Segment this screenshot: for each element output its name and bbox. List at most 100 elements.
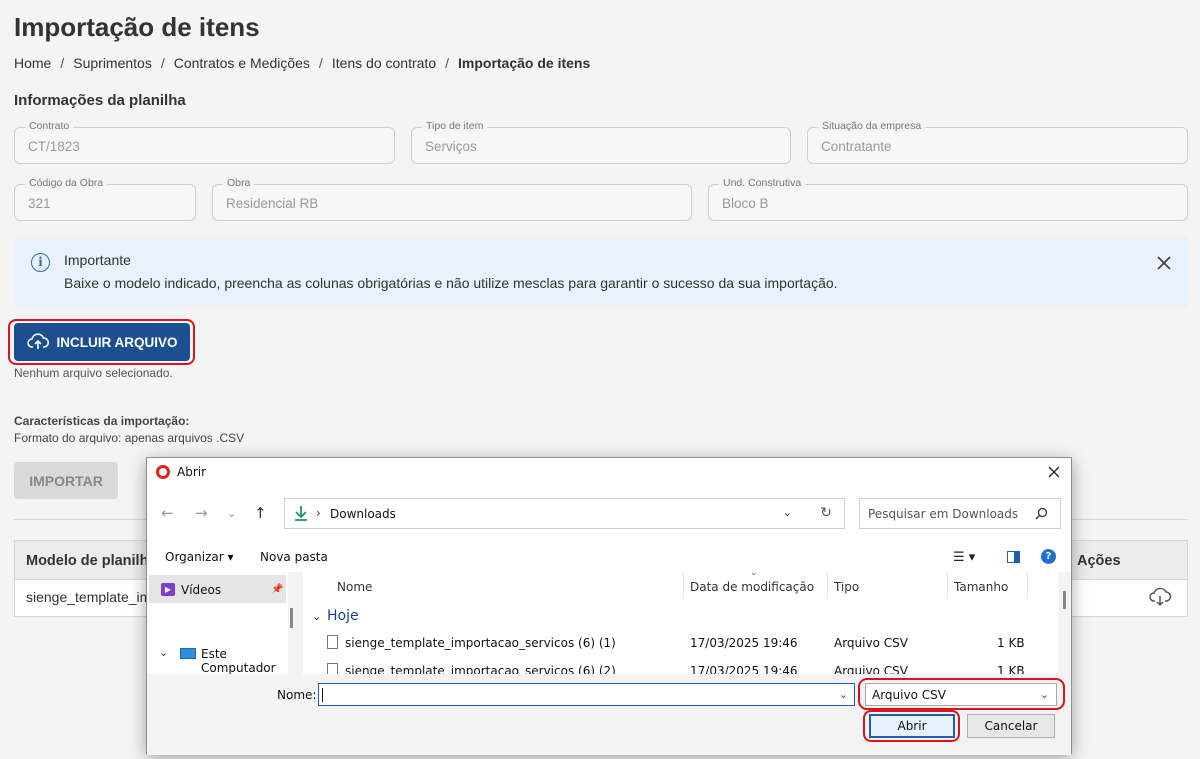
view-options-icon[interactable]: ☰ ▾ — [953, 550, 975, 565]
chevron-down-icon[interactable]: ⌄ — [312, 610, 321, 623]
breadcrumb-separator: / — [160, 55, 165, 71]
obra-field[interactable]: Obra Residencial RB — [212, 177, 692, 221]
column-header-name[interactable]: Nome — [337, 580, 372, 594]
dialog-title: Abrir — [177, 465, 207, 479]
organize-label: Organizar — [165, 550, 224, 564]
field-value: CT/1823 — [28, 139, 80, 154]
field-value: 321 — [28, 196, 51, 211]
file-name: sienge_template_importacao_servicos (6) … — [345, 636, 616, 650]
field-value: Serviços — [425, 139, 477, 154]
dialog-navigation: ← → ⌄ ↑ › Downloads ⌄ ↻ Pesquisar em Dow… — [147, 486, 1071, 542]
upload-status: Nenhum arquivo selecionado. — [14, 366, 173, 380]
chevron-down-icon[interactable]: ⌄ — [159, 646, 168, 659]
breadcrumb-separator: / — [445, 55, 449, 71]
organize-button[interactable]: Organizar ▾ — [165, 550, 234, 564]
table-row-model: sienge_template_im — [26, 589, 152, 605]
breadcrumb: Home / Suprimentos / Contratos e Mediçõe… — [14, 55, 590, 71]
chevron-right-icon: › — [316, 506, 321, 520]
dialog-titlebar: Abrir — [147, 458, 1071, 486]
sidebar-item-computer[interactable]: Este Computador — [180, 647, 288, 675]
column-divider — [1027, 572, 1028, 598]
refresh-icon[interactable]: ↻ — [820, 505, 832, 521]
sidebar-label: Este Computador — [201, 647, 276, 675]
file-date: 17/03/2025 19:46 — [690, 636, 798, 650]
field-label: Código da Obra — [25, 177, 108, 189]
cancel-button[interactable]: Cancelar — [967, 714, 1055, 738]
group-header-today: Hoje — [327, 608, 359, 624]
cloud-download-icon[interactable] — [1148, 587, 1172, 607]
breadcrumb-home[interactable]: Home — [14, 55, 51, 71]
breadcrumb-current: Importação de itens — [458, 55, 591, 71]
monitor-icon — [180, 648, 196, 659]
breadcrumb-itens[interactable]: Itens do contrato — [332, 55, 436, 71]
column-header-size[interactable]: Tamanho — [954, 580, 1008, 594]
situacao-field[interactable]: Situação da empresa Contratante — [807, 120, 1188, 164]
file-type: Arquivo CSV — [834, 664, 908, 674]
alert-text: Baixe o modelo indicado, preencha as col… — [64, 275, 838, 291]
importar-button[interactable]: IMPORTAR — [14, 462, 118, 499]
address-bar[interactable]: › Downloads ⌄ ↻ — [284, 498, 845, 529]
sidebar-item-videos[interactable]: ▶ Vídeos — [161, 583, 221, 597]
text-caret — [322, 688, 323, 702]
sidebar-scrollbar[interactable] — [290, 608, 293, 628]
file-open-dialog: Abrir ← → ⌄ ↑ › Downloads ⌄ ↻ Pesquisar … — [146, 457, 1072, 755]
field-label: Contrato — [25, 120, 74, 132]
und-construtiva-field[interactable]: Und. Construtiva Bloco B — [708, 177, 1188, 221]
file-date: 17/03/2025 19:46 — [690, 664, 798, 674]
field-label: Situação da empresa — [818, 120, 926, 132]
cloud-upload-icon — [26, 333, 49, 349]
column-header-model: Modelo de planilha — [26, 553, 157, 569]
search-input[interactable]: Pesquisar em Downloads — [859, 498, 1061, 529]
sort-chevron-icon: ⌄ — [750, 572, 758, 578]
close-icon[interactable] — [1154, 253, 1174, 273]
field-value: Residencial RB — [226, 196, 319, 211]
characteristics-title: Características da importação: — [14, 414, 190, 428]
help-icon[interactable]: ? — [1041, 549, 1056, 564]
chevron-down-icon: ⌄ — [1039, 688, 1049, 701]
dialog-toolbar: Organizar ▾ Nova pasta ☰ ▾ ? — [147, 542, 1071, 572]
codigo-obra-field[interactable]: Código da Obra 321 — [14, 177, 196, 221]
address-text: Downloads — [330, 507, 396, 521]
file-name: sienge_template_importacao_servicos (6) … — [345, 664, 616, 674]
open-button[interactable]: Abrir — [869, 714, 955, 738]
column-header-type[interactable]: Tipo — [834, 580, 859, 594]
contrato-field[interactable]: Contrato CT/1823 — [14, 120, 395, 164]
file-list-scrollbar[interactable] — [1063, 591, 1066, 609]
incluir-arquivo-button[interactable]: INCLUIR ARQUIVO — [14, 323, 190, 361]
breadcrumb-suprimentos[interactable]: Suprimentos — [73, 55, 152, 71]
chevron-down-icon[interactable]: ⌄ — [839, 688, 848, 701]
close-icon[interactable] — [1045, 463, 1063, 481]
breadcrumb-separator: / — [60, 55, 65, 71]
new-folder-button[interactable]: Nova pasta — [260, 550, 328, 564]
file-size: 1 KB — [997, 636, 1025, 650]
breadcrumb-separator: / — [318, 55, 323, 71]
table-row[interactable]: sienge_template_importacao_servicos (6) … — [303, 635, 1058, 656]
info-icon: i — [31, 253, 50, 272]
column-header-date[interactable]: Data de modificação — [690, 580, 814, 594]
section-title: Informações da planilha — [14, 92, 186, 109]
up-arrow-icon[interactable]: ↑ — [254, 504, 267, 522]
alert-title: Importante — [64, 252, 131, 268]
file-type-select[interactable]: Arquivo CSV ⌄ — [865, 683, 1057, 706]
back-arrow-icon[interactable]: ← — [161, 504, 174, 522]
forward-arrow-icon[interactable]: → — [195, 504, 208, 522]
field-value: Bloco B — [722, 196, 769, 211]
tipo-item-field[interactable]: Tipo de item Serviços — [411, 120, 791, 164]
opera-icon — [156, 465, 170, 479]
breadcrumb-contratos[interactable]: Contratos e Medições — [174, 55, 310, 71]
info-alert: i Importante Baixe o modelo indicado, pr… — [14, 237, 1188, 307]
field-value: Contratante — [821, 139, 892, 154]
search-placeholder: Pesquisar em Downloads — [868, 507, 1019, 521]
table-row[interactable]: sienge_template_importacao_servicos (6) … — [303, 663, 1058, 674]
chevron-down-icon[interactable]: ⌄ — [783, 506, 792, 519]
video-icon: ▶ — [161, 583, 175, 596]
column-divider — [827, 572, 828, 598]
file-name-input[interactable]: ⌄ — [318, 683, 855, 706]
field-label: Und. Construtiva — [719, 177, 806, 189]
characteristics-text: Formato do arquivo: apenas arquivos .CSV — [14, 431, 245, 445]
field-label: Tipo de item — [422, 120, 488, 132]
file-list: ⌄ Nome Data de modificação Tipo Tamanho … — [303, 572, 1058, 674]
recent-dropdown-icon[interactable]: ⌄ — [227, 507, 236, 520]
file-icon — [327, 635, 338, 649]
preview-pane-icon[interactable] — [1007, 551, 1020, 563]
